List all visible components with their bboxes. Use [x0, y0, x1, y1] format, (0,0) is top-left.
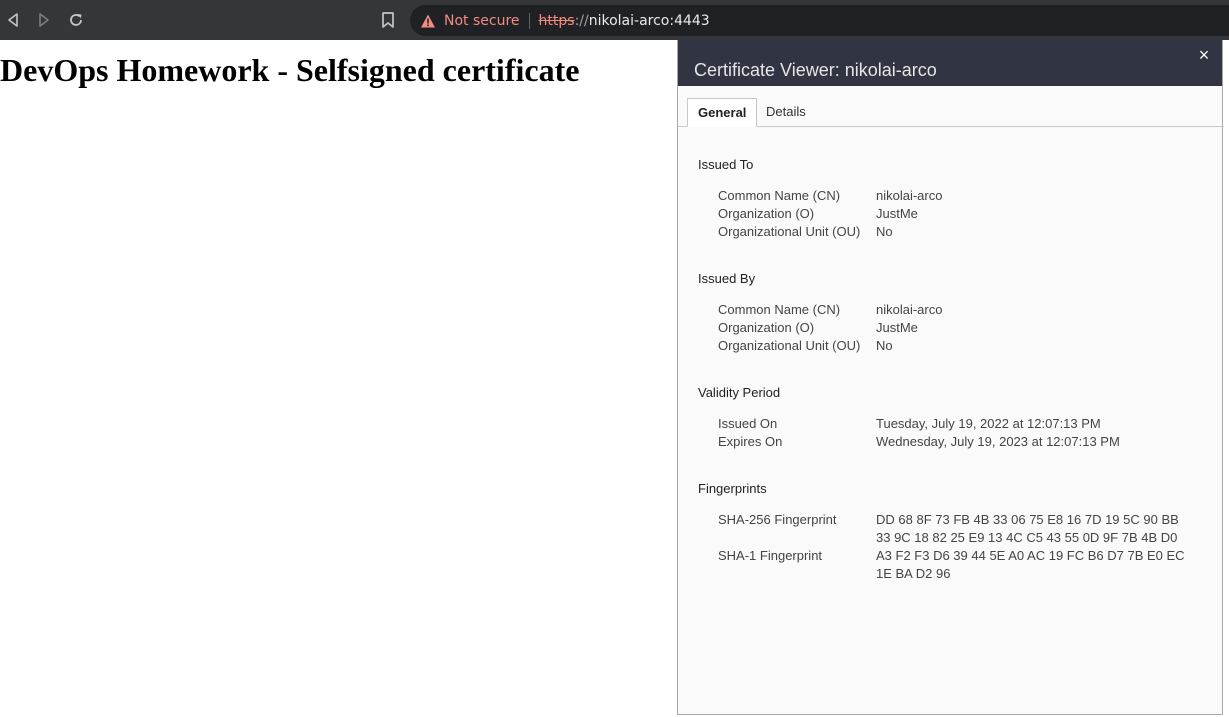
issued-to-o-label: Organization (O)	[718, 206, 815, 221]
section-issued-by: Issued By	[698, 271, 756, 286]
issued-by-o-label: Organization (O)	[718, 320, 815, 335]
expires-on-label: Expires On	[718, 434, 783, 449]
tab-general[interactable]: General	[687, 98, 758, 127]
dialog-header: Certificate Viewer: nikolai-arco	[678, 40, 1222, 86]
sha256-value-line2: 33 9C 18 82 25 E9 13 4C C5 43 55 0D 9F 7…	[876, 530, 1178, 545]
issued-by-o-value: JustMe	[876, 320, 918, 335]
forward-button[interactable]	[34, 10, 54, 30]
issued-by-cn-label: Common Name (CN)	[718, 302, 841, 317]
section-issued-to: Issued To	[698, 157, 754, 172]
security-status[interactable]: Not secure	[444, 13, 520, 29]
sha1-value-line2: 1E BA D2 96	[876, 566, 951, 581]
certificate-viewer-dialog: Certificate Viewer: nikolai-arco × Gener…	[677, 40, 1224, 715]
issued-to-cn-label: Common Name (CN)	[718, 188, 841, 203]
issued-on-label: Issued On	[718, 416, 778, 431]
omnibox-divider	[528, 12, 530, 29]
tab-details[interactable]: Details	[756, 98, 816, 127]
url-scheme: https	[538, 12, 575, 29]
expires-on-value: Wednesday, July 19, 2023 at 12:07:13 PM	[876, 434, 1120, 449]
sha256-label: SHA-256 Fingerprint	[718, 512, 837, 527]
sha256-value-line1: DD 68 8F 73 FB 4B 33 06 75 E8 16 7D 19 5…	[876, 512, 1179, 527]
warning-icon[interactable]	[420, 13, 436, 29]
url-host: nikolai-arco:4443	[588, 12, 710, 29]
dialog-tabs: General Details	[678, 98, 1224, 127]
sha1-label: SHA-1 Fingerprint	[718, 548, 823, 563]
reload-icon	[70, 14, 82, 26]
issued-by-ou-label: Organizational Unit (OU)	[718, 338, 861, 353]
back-button[interactable]	[3, 10, 23, 30]
bookmark-button[interactable]	[380, 11, 396, 29]
issued-on-value: Tuesday, July 19, 2022 at 12:07:13 PM	[876, 416, 1101, 431]
issued-to-o-value: JustMe	[876, 206, 918, 221]
issued-to-ou-value: No	[876, 224, 893, 239]
back-icon	[8, 13, 18, 27]
sha1-value-line1: A3 F2 F3 D6 39 44 5E A0 AC 19 FC B6 D7 7…	[876, 548, 1185, 563]
url-text[interactable]: https://nikolai-arco:4443	[539, 13, 710, 29]
issued-to-ou-label: Organizational Unit (OU)	[718, 224, 861, 239]
section-validity-period: Validity Period	[698, 385, 781, 400]
browser-toolbar: Not secure https://nikolai-arco:4443	[0, 0, 1229, 40]
dialog-title: Certificate Viewer: nikolai-arco	[694, 60, 937, 80]
url-separator: ://	[574, 12, 589, 29]
close-icon[interactable]: ×	[1196, 46, 1212, 64]
issued-by-ou-value: No	[876, 338, 893, 353]
issued-by-cn-value: nikolai-arco	[876, 302, 943, 317]
reload-button[interactable]	[66, 10, 86, 30]
bookmark-icon	[382, 12, 394, 28]
page-heading: DevOps Homework - Selfsigned certificate	[0, 52, 580, 88]
issued-to-cn-value: nikolai-arco	[876, 188, 943, 203]
forward-icon	[39, 13, 49, 27]
address-bar[interactable]: Not secure https://nikolai-arco:4443	[410, 5, 1229, 36]
section-fingerprints: Fingerprints	[698, 481, 767, 496]
